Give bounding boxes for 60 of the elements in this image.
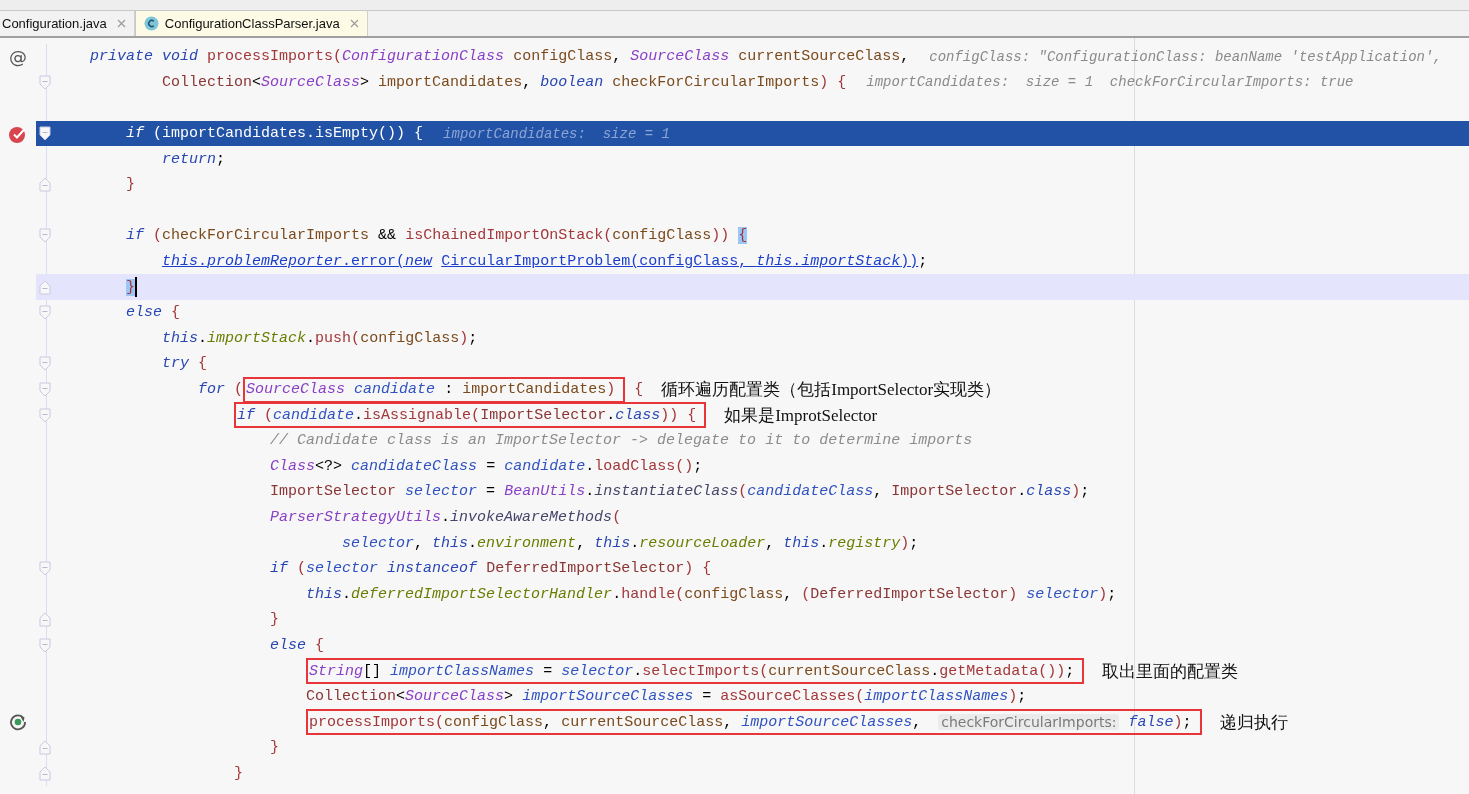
code-text: this.problemReporter.error(new CircularImportProblem(configClass, this.importStack));: [161, 253, 928, 271]
code-text: try {: [161, 355, 208, 373]
fold-marker-icon[interactable]: [39, 407, 51, 423]
inline-value-hint: importCandidates: size = 1 checkForCircularImports: true: [866, 74, 1354, 91]
class-icon: [143, 16, 159, 31]
fold-marker-icon[interactable]: [39, 740, 51, 756]
editor-tab[interactable]: Configuration.java: [0, 11, 135, 36]
code-text: return;: [161, 150, 226, 168]
code-text: ParserStrategyUtils.invokeAwareMethods(: [269, 509, 622, 526]
fold-marker-icon[interactable]: [39, 637, 51, 653]
code-text: Collection<SourceClass> importCandidates, boolean checkForCircularImports) {: [161, 73, 847, 91]
code-text: String[] importClassNames = selector.selectImports(currentSourceClass.getMetadata());: [309, 662, 1075, 680]
code-text: this.deferredImportSelectorHandler.handle(configClass, (DeferredImportSelector) selector);: [305, 585, 1117, 603]
code-text: else {: [125, 304, 181, 322]
fold-marker-icon[interactable]: [39, 74, 51, 90]
code-text: }: [269, 611, 280, 629]
code-text: }: [233, 764, 244, 782]
code-text: processImports(configClass, currentSourceClass, importSourceClasses,: [309, 713, 923, 731]
code-text: Class<?> candidateClass = candidate.loadClass();: [269, 457, 703, 475]
inline-value-hint: importCandidates: size = 1: [443, 125, 670, 142]
close-icon[interactable]: [349, 19, 359, 28]
fold-marker-icon[interactable]: [39, 279, 51, 295]
parameter-hint: checkForCircularImports:: [938, 714, 1120, 731]
editor-tab[interactable]: ConfigurationClassParser.java: [134, 11, 368, 36]
code-text: Collection<SourceClass> importSourceClasses = asSourceClasses(importClassNames);: [305, 688, 1027, 706]
annotation-note: 递归执行: [1219, 711, 1288, 734]
code-text: if (checkForCircularImports && isChainedImportOnStack(configClass)) {: [125, 227, 748, 245]
fold-marker-icon[interactable]: [39, 126, 51, 142]
annotation-note: 如果是ImprotSelector: [724, 404, 878, 427]
code-text: for (: [197, 381, 244, 398]
gutter-marker[interactable]: @: [9, 46, 27, 68]
fold-marker-icon[interactable]: [39, 612, 51, 628]
code-text: selector, this.environment, this.resourceLoader, this.registry);: [341, 534, 919, 552]
fold-marker-icon[interactable]: [39, 305, 51, 321]
annotation-note: 取出里面的配置类: [1102, 660, 1239, 683]
inline-value-hint: configClass: "ConfigurationClass: beanName 'testApplication',: [929, 48, 1442, 65]
code-text: }: [269, 739, 280, 757]
code-text: {: [633, 381, 644, 398]
code-text: false);: [1127, 713, 1192, 731]
annotation-note: 循环遍历配置类（包括ImportSelector实现类）: [661, 379, 1002, 401]
code-text: if (candidate.isAssignable(ImportSelector.class)) {: [237, 406, 697, 424]
fold-marker-icon[interactable]: [39, 228, 51, 244]
fold-marker-icon[interactable]: [39, 561, 51, 577]
code-text: private void processImports(ConfigurationClass configClass, SourceClass currentSourceClass,: [89, 48, 910, 66]
recursion-icon[interactable]: [8, 712, 28, 733]
close-icon[interactable]: [116, 19, 126, 28]
fold-marker-icon[interactable]: [39, 765, 51, 781]
code-text: else {: [269, 636, 325, 654]
fold-marker-icon[interactable]: [39, 177, 51, 193]
code-text: this.importStack.push(configClass);: [161, 329, 478, 347]
fold-marker-icon[interactable]: [39, 356, 51, 372]
code-text: // Candidate class is an ImportSelector -> delegate to it to determine imports: [269, 432, 973, 450]
code-text: }: [125, 278, 136, 296]
code-text: }: [125, 176, 136, 194]
code-text: if (importCandidates.isEmpty()) {: [125, 125, 424, 143]
code-text: ImportSelector selector = BeanUtils.instantiateClass(candidateClass, ImportSelector.class);: [269, 483, 1090, 501]
code-text: SourceClass candidate : importCandidates): [246, 381, 616, 398]
text-cursor: [135, 277, 138, 298]
fold-marker-icon[interactable]: [39, 382, 51, 397]
code-text: if (selector instanceof DeferredImportSelector) {: [269, 560, 712, 578]
